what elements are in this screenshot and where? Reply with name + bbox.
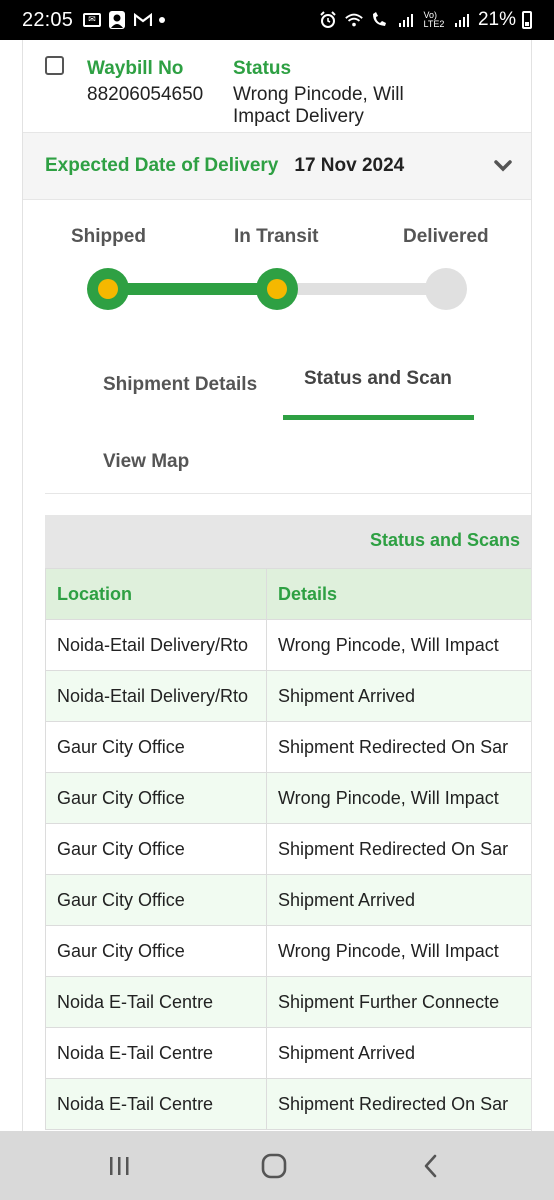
cell-location: Noida-Etail Delivery/Rto: [45, 670, 267, 722]
edd-label: Expected Date of Delivery: [45, 155, 279, 176]
cell-details: Shipment Redirected On Sar: [266, 721, 531, 773]
table-row: Noida E-Tail Centre Shipment Arrived: [45, 1027, 531, 1079]
edd-date: 17 Nov 2024: [294, 155, 405, 176]
wifi-icon: [344, 11, 364, 29]
cell-details: Shipment Redirected On Sar: [266, 1078, 531, 1130]
status-scan-table[interactable]: Status and Scans Location Details Noida-…: [45, 515, 531, 1130]
recent-apps-icon[interactable]: [104, 1151, 134, 1181]
tab-shipment-details[interactable]: Shipment Details: [103, 374, 257, 396]
step-label-delivered: Delivered: [403, 226, 489, 247]
shipment-card: Waybill No 88206054650 Status Wrong Pinc…: [22, 40, 532, 1135]
step-dot-delivered: [425, 268, 467, 310]
signal-icon: [452, 11, 472, 29]
cell-details: Shipment Arrived: [266, 874, 531, 926]
signal-icon: [396, 11, 416, 29]
column-header-location: Location: [45, 568, 267, 620]
scan-table: Location Details Noida-Etail Delivery/Rt…: [45, 568, 531, 1130]
table-row: Gaur City Office Shipment Redirected On S…: [45, 823, 531, 875]
status-value: Wrong Pincode, Will Impact Delivery: [233, 84, 404, 128]
cell-details: Wrong Pincode, Will Impact: [266, 619, 531, 671]
divider: [45, 493, 531, 494]
notification-icons: ✉: [83, 11, 166, 29]
volte-icon: Vo) LTE2: [423, 10, 445, 29]
cell-details: Shipment Arrived: [266, 670, 531, 722]
tab-view-map[interactable]: View Map: [103, 451, 189, 473]
cell-location: Gaur City Office: [45, 874, 267, 926]
table-row: Noida E-Tail Centre Shipment Redirected O…: [45, 1078, 531, 1130]
status-label: Status: [233, 58, 292, 79]
wifi-calling-icon: [370, 11, 390, 29]
step-label-shipped: Shipped: [71, 226, 146, 247]
cell-location: Noida E-Tail Centre: [45, 976, 267, 1028]
table-row: Noida-Etail Delivery/Rto Wrong Pincode, W…: [45, 619, 531, 671]
active-tab-indicator: [283, 415, 474, 420]
step-dot-shipped: [87, 268, 129, 310]
cell-details: Wrong Pincode, Will Impact: [266, 772, 531, 824]
battery-percent: 21%: [477, 9, 516, 30]
cell-details: Shipment Arrived: [266, 1027, 531, 1079]
table-row: Noida E-Tail Centre Shipment Further Conn…: [45, 976, 531, 1028]
step-dot-in-transit: [256, 268, 298, 310]
system-icons: Vo) LTE2 21%: [318, 9, 532, 31]
cell-location: Gaur City Office: [45, 823, 267, 875]
more-notifications-icon: [159, 17, 166, 23]
cell-details: Shipment Redirected On Sar: [266, 823, 531, 875]
table-row: Noida-Etail Delivery/Rto Shipment Arrived: [45, 670, 531, 722]
chevron-down-icon[interactable]: [493, 155, 513, 175]
tab-status-and-scan[interactable]: Status and Scan: [304, 368, 452, 390]
progress-fill: [108, 283, 278, 295]
column-header-details: Details: [266, 568, 531, 620]
table-row: Gaur City Office Wrong Pincode, Will Impa…: [45, 925, 531, 977]
status-value-line: Wrong Pincode, Will: [233, 84, 404, 105]
system-nav-bar: [0, 1131, 554, 1200]
table-row: Gaur City Office Shipment Redirected On S…: [45, 721, 531, 773]
alarm-icon: [318, 11, 338, 29]
table-row: Gaur City Office Shipment Arrived: [45, 874, 531, 926]
clock: 22:05: [22, 8, 74, 31]
back-icon[interactable]: [416, 1151, 446, 1181]
cell-location: Noida E-Tail Centre: [45, 1078, 267, 1130]
step-label-in-transit: In Transit: [234, 226, 319, 247]
cell-location: Gaur City Office: [45, 925, 267, 977]
cell-details: Shipment Further Connecte: [266, 976, 531, 1028]
waybill-row: Waybill No 88206054650 Status Wrong Pinc…: [23, 40, 531, 132]
status-column: Status Wrong Pincode, Will Impact Delive…: [233, 58, 404, 128]
cell-location: Gaur City Office: [45, 772, 267, 824]
waybill-number[interactable]: 88206054650: [87, 84, 203, 106]
waybill-label: Waybill No: [87, 58, 184, 79]
email-icon: ✉: [83, 13, 102, 27]
table-header-row: Location Details: [45, 568, 531, 620]
waybill-column: Waybill No 88206054650: [87, 58, 203, 106]
home-icon[interactable]: [259, 1151, 289, 1181]
select-checkbox[interactable]: [45, 56, 64, 75]
progress-tracker: Shipped In Transit Delivered Shipment De…: [23, 200, 531, 480]
battery-icon: [522, 11, 532, 29]
expected-delivery-row[interactable]: Expected Date of Delivery 17 Nov 2024: [23, 132, 531, 200]
status-bar: 22:05 ✉ Vo) LTE2 21%: [0, 0, 554, 40]
screen: 22:05 ✉ Vo) LTE2 21% Waybill No 88206054…: [0, 0, 554, 1200]
table-caption-text: Status and Scans: [370, 530, 521, 550]
cell-location: Noida-Etail Delivery/Rto: [45, 619, 267, 671]
status-value-line: Impact Delivery: [233, 106, 364, 127]
table-row: Gaur City Office Wrong Pincode, Will Impa…: [45, 772, 531, 824]
cell-details: Wrong Pincode, Will Impact: [266, 925, 531, 977]
cell-location: Gaur City Office: [45, 721, 267, 773]
cell-location: Noida E-Tail Centre: [45, 1027, 267, 1079]
profile-icon: [107, 11, 127, 29]
gmail-icon: [133, 11, 153, 29]
table-caption: Status and Scans: [45, 515, 531, 568]
